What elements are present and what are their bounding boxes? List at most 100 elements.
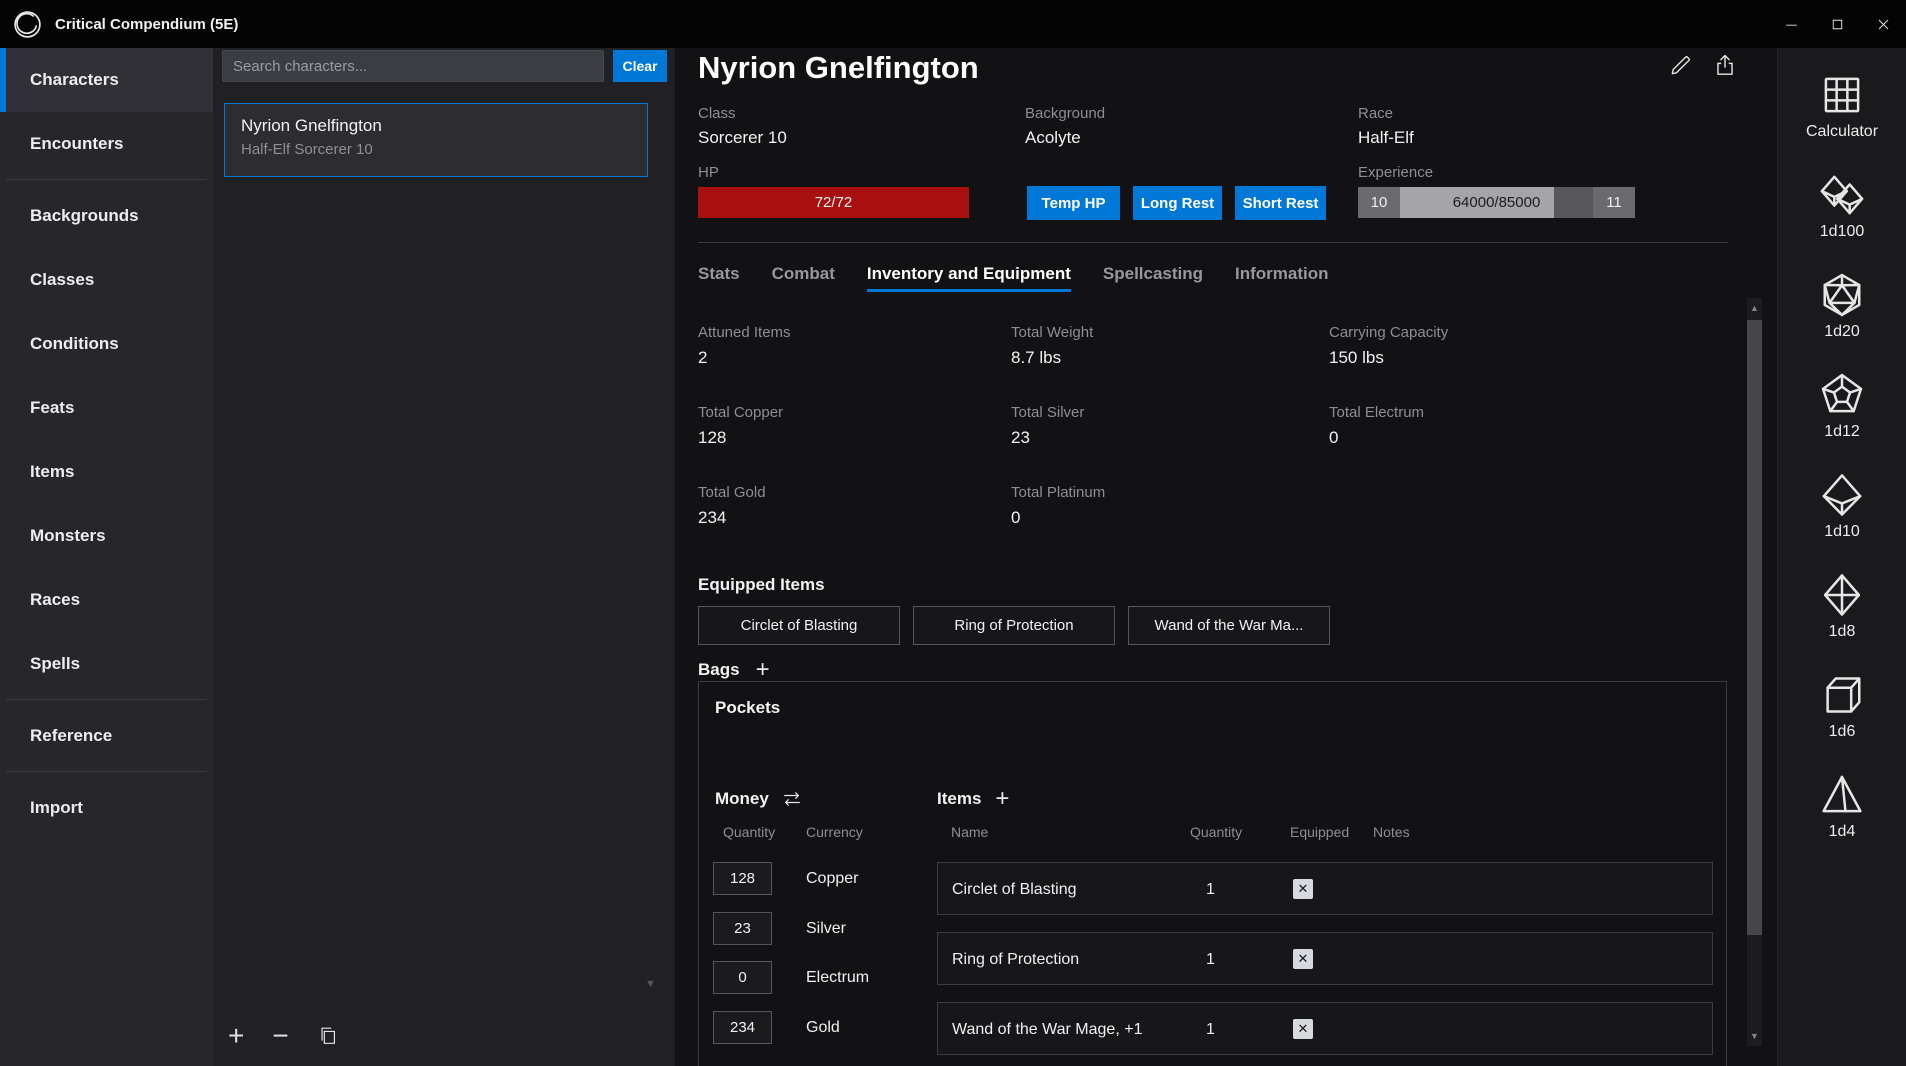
- item-name-header: Name: [951, 824, 988, 840]
- scroll-down-icon[interactable]: ▼: [1747, 1031, 1762, 1041]
- total-gold-stat: Total Gold 234: [698, 484, 1011, 528]
- item-name: Ring of Protection: [952, 933, 1079, 986]
- sidebar-item-encounters[interactable]: Encounters: [0, 112, 213, 176]
- search-input[interactable]: [222, 50, 604, 82]
- dice-item-1d8[interactable]: 1d8: [1819, 572, 1865, 641]
- add-character-button[interactable]: +: [228, 1022, 244, 1050]
- silver-quantity-input[interactable]: [713, 912, 772, 945]
- short-rest-button[interactable]: Short Rest: [1235, 186, 1326, 220]
- total-weight-stat: Total Weight 8.7 lbs: [1011, 324, 1329, 368]
- header-divider: [698, 242, 1728, 243]
- item-quantity: 1: [1206, 933, 1215, 986]
- add-item-button[interactable]: +: [995, 788, 1009, 810]
- tab-information[interactable]: Information: [1235, 264, 1329, 292]
- window-controls: [1768, 0, 1906, 48]
- close-button[interactable]: [1860, 0, 1906, 48]
- sidebar-item-feats[interactable]: Feats: [0, 376, 213, 440]
- hp-bar: 72/72: [698, 187, 969, 218]
- export-character-icon[interactable]: [1712, 52, 1738, 78]
- dice-item-1d4[interactable]: 1d4: [1819, 772, 1865, 841]
- sidebar-item-classes[interactable]: Classes: [0, 248, 213, 312]
- character-list-panel: Clear Nyrion Gnelfington Half-Elf Sorcer…: [213, 48, 675, 1066]
- experience-label: Experience: [1358, 164, 1433, 181]
- carrying-capacity-stat: Carrying Capacity 150 lbs: [1329, 324, 1704, 368]
- money-currency-header: Currency: [806, 824, 863, 840]
- experience-bar: 10 64000/85000 11: [1358, 187, 1635, 218]
- attuned-items-stat: Attuned Items 2: [698, 324, 1011, 368]
- edit-character-icon[interactable]: [1668, 52, 1694, 78]
- remove-character-button[interactable]: −: [272, 1022, 288, 1050]
- money-quantity-header: Quantity: [723, 824, 775, 840]
- equipped-item-circlet[interactable]: Circlet of Blasting: [698, 606, 900, 645]
- tab-inventory-and-equipment[interactable]: Inventory and Equipment: [867, 264, 1071, 292]
- duplicate-character-button[interactable]: [317, 1025, 339, 1047]
- scrollbar-thumb[interactable]: [1747, 320, 1762, 935]
- d10-icon: [1819, 472, 1865, 518]
- electrum-quantity-input[interactable]: [713, 961, 772, 994]
- dice-item-1d100[interactable]: 1d100: [1819, 172, 1865, 241]
- d6-icon: [1819, 672, 1865, 718]
- item-quantity: 1: [1206, 1003, 1215, 1056]
- convert-currency-icon[interactable]: [781, 788, 803, 810]
- item-name: Wand of the War Mage, +1: [952, 1003, 1142, 1056]
- item-equipped-checkbox[interactable]: ✕: [1293, 1019, 1313, 1039]
- temp-hp-button[interactable]: Temp HP: [1027, 186, 1120, 220]
- long-rest-button[interactable]: Long Rest: [1133, 186, 1222, 220]
- sidebar-item-monsters[interactable]: Monsters: [0, 504, 213, 568]
- currency-label: Silver: [806, 920, 846, 938]
- maximize-button[interactable]: [1814, 0, 1860, 48]
- sidebar-item-races[interactable]: Races: [0, 568, 213, 632]
- dice-item-1d12[interactable]: 1d12: [1819, 372, 1865, 441]
- sidebar-item-reference[interactable]: Reference: [0, 704, 213, 768]
- sidebar-divider: [6, 179, 207, 180]
- tab-combat[interactable]: Combat: [772, 264, 835, 292]
- sidebar-item-spells[interactable]: Spells: [0, 632, 213, 696]
- item-row-wand[interactable]: Wand of the War Mage, +1 1 ✕: [937, 1002, 1713, 1055]
- equipped-item-ring[interactable]: Ring of Protection: [913, 606, 1115, 645]
- minimize-button[interactable]: [1768, 0, 1814, 48]
- gold-quantity-input[interactable]: [713, 1011, 772, 1044]
- dice-item-1d10[interactable]: 1d10: [1819, 472, 1865, 541]
- tab-stats[interactable]: Stats: [698, 264, 740, 292]
- item-equipped-header: Equipped: [1290, 824, 1349, 840]
- item-notes-header: Notes: [1373, 824, 1410, 840]
- sidebar-item-characters[interactable]: Characters: [0, 48, 213, 112]
- list-scroll-down-icon[interactable]: ▼: [645, 978, 656, 990]
- class-value: Sorcerer 10: [698, 128, 787, 148]
- tab-spellcasting[interactable]: Spellcasting: [1103, 264, 1203, 292]
- currency-label: Electrum: [806, 969, 869, 987]
- class-label: Class: [698, 105, 787, 122]
- equipped-item-wand[interactable]: Wand of the War Ma...: [1128, 606, 1330, 645]
- sidebar-item-conditions[interactable]: Conditions: [0, 312, 213, 376]
- bags-title: Bags: [698, 660, 740, 680]
- character-list-actions: + −: [228, 1022, 339, 1050]
- d8-icon: [1819, 572, 1865, 618]
- main-scrollbar[interactable]: ▲ ▼: [1747, 298, 1762, 1046]
- background-field: Background Acolyte: [1025, 105, 1105, 148]
- dice-item-1d6[interactable]: 1d6: [1819, 672, 1865, 741]
- add-bag-button[interactable]: +: [756, 659, 770, 681]
- bags-header: Bags +: [698, 659, 770, 681]
- copper-quantity-input[interactable]: [713, 862, 772, 895]
- money-row-copper: Copper: [713, 862, 772, 895]
- race-field: Race Half-Elf: [1358, 105, 1414, 148]
- scroll-up-icon[interactable]: ▲: [1747, 303, 1762, 313]
- inventory-summary: Attuned Items 2 Total Weight 8.7 lbs Car…: [698, 324, 1704, 528]
- item-equipped-checkbox[interactable]: ✕: [1293, 879, 1313, 899]
- character-list-item[interactable]: Nyrion Gnelfington Half-Elf Sorcerer 10: [224, 103, 648, 177]
- current-level-badge: 10: [1358, 187, 1400, 218]
- item-row-ring[interactable]: Ring of Protection 1 ✕: [937, 932, 1713, 985]
- dice-item-1d20[interactable]: 1d20: [1819, 272, 1865, 341]
- currency-label: Copper: [806, 870, 858, 888]
- sidebar-item-items[interactable]: Items: [0, 440, 213, 504]
- sidebar-item-import[interactable]: Import: [0, 776, 213, 840]
- background-label: Background: [1025, 105, 1105, 122]
- sidebar-divider: [6, 699, 207, 700]
- item-equipped-checkbox[interactable]: ✕: [1293, 949, 1313, 969]
- character-list-item-subtitle: Half-Elf Sorcerer 10: [241, 141, 631, 158]
- item-row-circlet[interactable]: Circlet of Blasting 1 ✕: [937, 862, 1713, 915]
- sidebar-item-backgrounds[interactable]: Backgrounds: [0, 184, 213, 248]
- item-quantity: 1: [1206, 863, 1215, 916]
- clear-search-button[interactable]: Clear: [613, 50, 667, 82]
- dice-item-calculator[interactable]: Calculator: [1806, 72, 1878, 141]
